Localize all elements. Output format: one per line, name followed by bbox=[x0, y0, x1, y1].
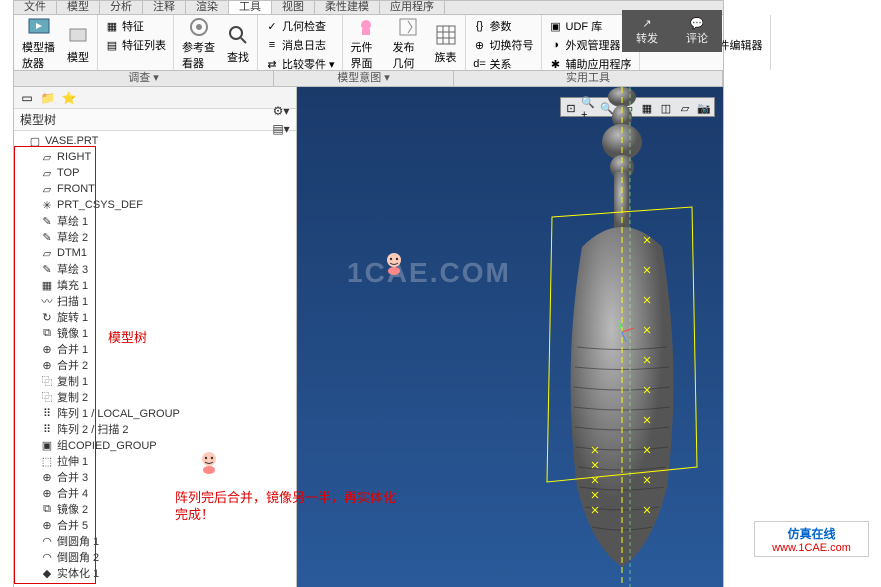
tree-header: 模型树 ⚙▾ ▤▾ bbox=[14, 109, 296, 131]
vase-model bbox=[522, 87, 722, 587]
label: UDF 库 bbox=[566, 18, 603, 34]
symbol-icon: ⊕ bbox=[473, 38, 487, 52]
tab-annotate[interactable]: 注释 bbox=[143, 1, 186, 14]
family-table-button[interactable]: 族表 bbox=[431, 17, 461, 68]
tab-model[interactable]: 模型 bbox=[57, 1, 100, 14]
msg-log-button[interactable]: ≡消息日志 bbox=[262, 36, 338, 54]
emoji-icon bbox=[382, 251, 406, 275]
feature-list-button[interactable]: ▤特征列表 bbox=[102, 36, 169, 54]
model-button[interactable]: 模型 bbox=[63, 17, 93, 68]
publish-geom-button[interactable]: 发布几何 bbox=[389, 17, 428, 68]
search-icon bbox=[224, 21, 252, 49]
share-button[interactable]: ↗ 转发 bbox=[622, 10, 672, 52]
list-icon: ▤ bbox=[105, 38, 119, 52]
tree-title: 模型树 bbox=[20, 111, 56, 128]
comment-button[interactable]: 💬 评论 bbox=[672, 10, 722, 52]
rel-icon: d= bbox=[473, 57, 487, 71]
appearance-icon: ◑ bbox=[549, 38, 563, 52]
label: 转发 bbox=[636, 30, 658, 46]
tree-toolbar: ▭ 📁 ⭐ bbox=[14, 87, 296, 109]
tab-tools[interactable]: 工具 bbox=[229, 1, 272, 14]
annotation-text: 阵列完后合并，镜像另一半，再实体化 完成！ bbox=[175, 490, 396, 524]
ribbon-group-labels: 调查 ▾ 模型意图 ▾ 实用工具 bbox=[14, 71, 723, 87]
params-button[interactable]: {}参数 bbox=[470, 17, 537, 35]
model-icon bbox=[64, 21, 92, 49]
group-label: 实用工具 bbox=[454, 71, 723, 86]
feature-button[interactable]: ▦特征 bbox=[102, 17, 169, 35]
star-icon[interactable]: ⭐ bbox=[60, 89, 78, 107]
aux-icon: ✱ bbox=[549, 57, 563, 71]
param-icon: {} bbox=[473, 19, 487, 33]
comment-icon: 💬 bbox=[690, 17, 704, 30]
udf-icon: ▣ bbox=[549, 19, 563, 33]
ref-icon bbox=[185, 15, 213, 39]
label: 几何检查 bbox=[282, 18, 326, 34]
watermark: 1CAE.COM bbox=[347, 257, 511, 289]
label: 关系 bbox=[490, 56, 512, 72]
find-button[interactable]: 查找 bbox=[223, 17, 253, 68]
badge-url: www.1CAE.com bbox=[772, 542, 851, 554]
annotation-text: 模型树 bbox=[108, 327, 147, 346]
label: 特征 bbox=[122, 18, 144, 34]
tree-settings-icon[interactable]: ⚙▾ bbox=[272, 102, 290, 120]
interface-icon bbox=[352, 15, 380, 39]
label: 特征列表 bbox=[122, 37, 166, 53]
label: 外观管理器 bbox=[566, 37, 621, 53]
compare-icon: ⇄ bbox=[265, 57, 279, 71]
feature-icon: ▦ bbox=[105, 19, 119, 33]
publish-icon bbox=[394, 15, 422, 39]
label: 族表 bbox=[435, 49, 457, 65]
tab-apps[interactable]: 应用程序 bbox=[380, 1, 445, 14]
geom-check-button[interactable]: ✓几何检查 bbox=[262, 17, 338, 35]
label: 切换符号 bbox=[490, 37, 534, 53]
label: 消息日志 bbox=[282, 37, 326, 53]
annotation-box bbox=[14, 146, 96, 584]
label: 评论 bbox=[686, 30, 708, 46]
label: 模型播放器 bbox=[22, 39, 56, 71]
comp-interface-button[interactable]: 元件界面 bbox=[347, 17, 386, 68]
player-icon bbox=[25, 15, 53, 39]
share-bar: ↗ 转发 💬 评论 bbox=[622, 10, 722, 52]
label: 参考查看器 bbox=[182, 39, 216, 71]
label: 比较零件 bbox=[282, 56, 326, 72]
table-icon bbox=[432, 21, 460, 49]
tab-analysis[interactable]: 分析 bbox=[100, 1, 143, 14]
emoji-icon bbox=[197, 450, 221, 474]
ribbon: 模型播放器 模型 ▦特征 ▤特征列表 参考查看器 查找 ✓几何检查 ≡消息日志 bbox=[14, 15, 723, 71]
label: 发布几何 bbox=[393, 39, 424, 71]
badge-title: 仿真在线 bbox=[787, 525, 835, 542]
tab-file[interactable]: 文件 bbox=[14, 1, 57, 14]
label: 模型 bbox=[67, 49, 89, 65]
label: 辅助应用程序 bbox=[566, 56, 632, 72]
menu-tabs: 文件 模型 分析 注释 渲染 工具 视图 柔性建模 应用程序 bbox=[14, 1, 723, 15]
toggle-symbol-button[interactable]: ⊕切换符号 bbox=[470, 36, 537, 54]
share-icon: ↗ bbox=[642, 17, 651, 30]
folder-icon[interactable]: 📁 bbox=[39, 89, 57, 107]
site-badge[interactable]: 仿真在线 www.1CAE.com bbox=[754, 521, 869, 557]
group-label: 调查 ▾ bbox=[14, 71, 274, 86]
label: 元件界面 bbox=[351, 39, 382, 71]
label: 查找 bbox=[227, 49, 249, 65]
label: 参数 bbox=[490, 18, 512, 34]
log-icon: ≡ bbox=[265, 38, 279, 52]
tab-view[interactable]: 视图 bbox=[272, 1, 315, 14]
group-label: 模型意图 ▾ bbox=[274, 71, 454, 86]
model-player-button[interactable]: 模型播放器 bbox=[18, 17, 60, 68]
ref-viewer-button[interactable]: 参考查看器 bbox=[178, 17, 220, 68]
tab-flex[interactable]: 柔性建模 bbox=[315, 1, 380, 14]
check-icon: ✓ bbox=[265, 19, 279, 33]
tab-render[interactable]: 渲染 bbox=[186, 1, 229, 14]
tree-tab-icon[interactable]: ▭ bbox=[18, 89, 36, 107]
